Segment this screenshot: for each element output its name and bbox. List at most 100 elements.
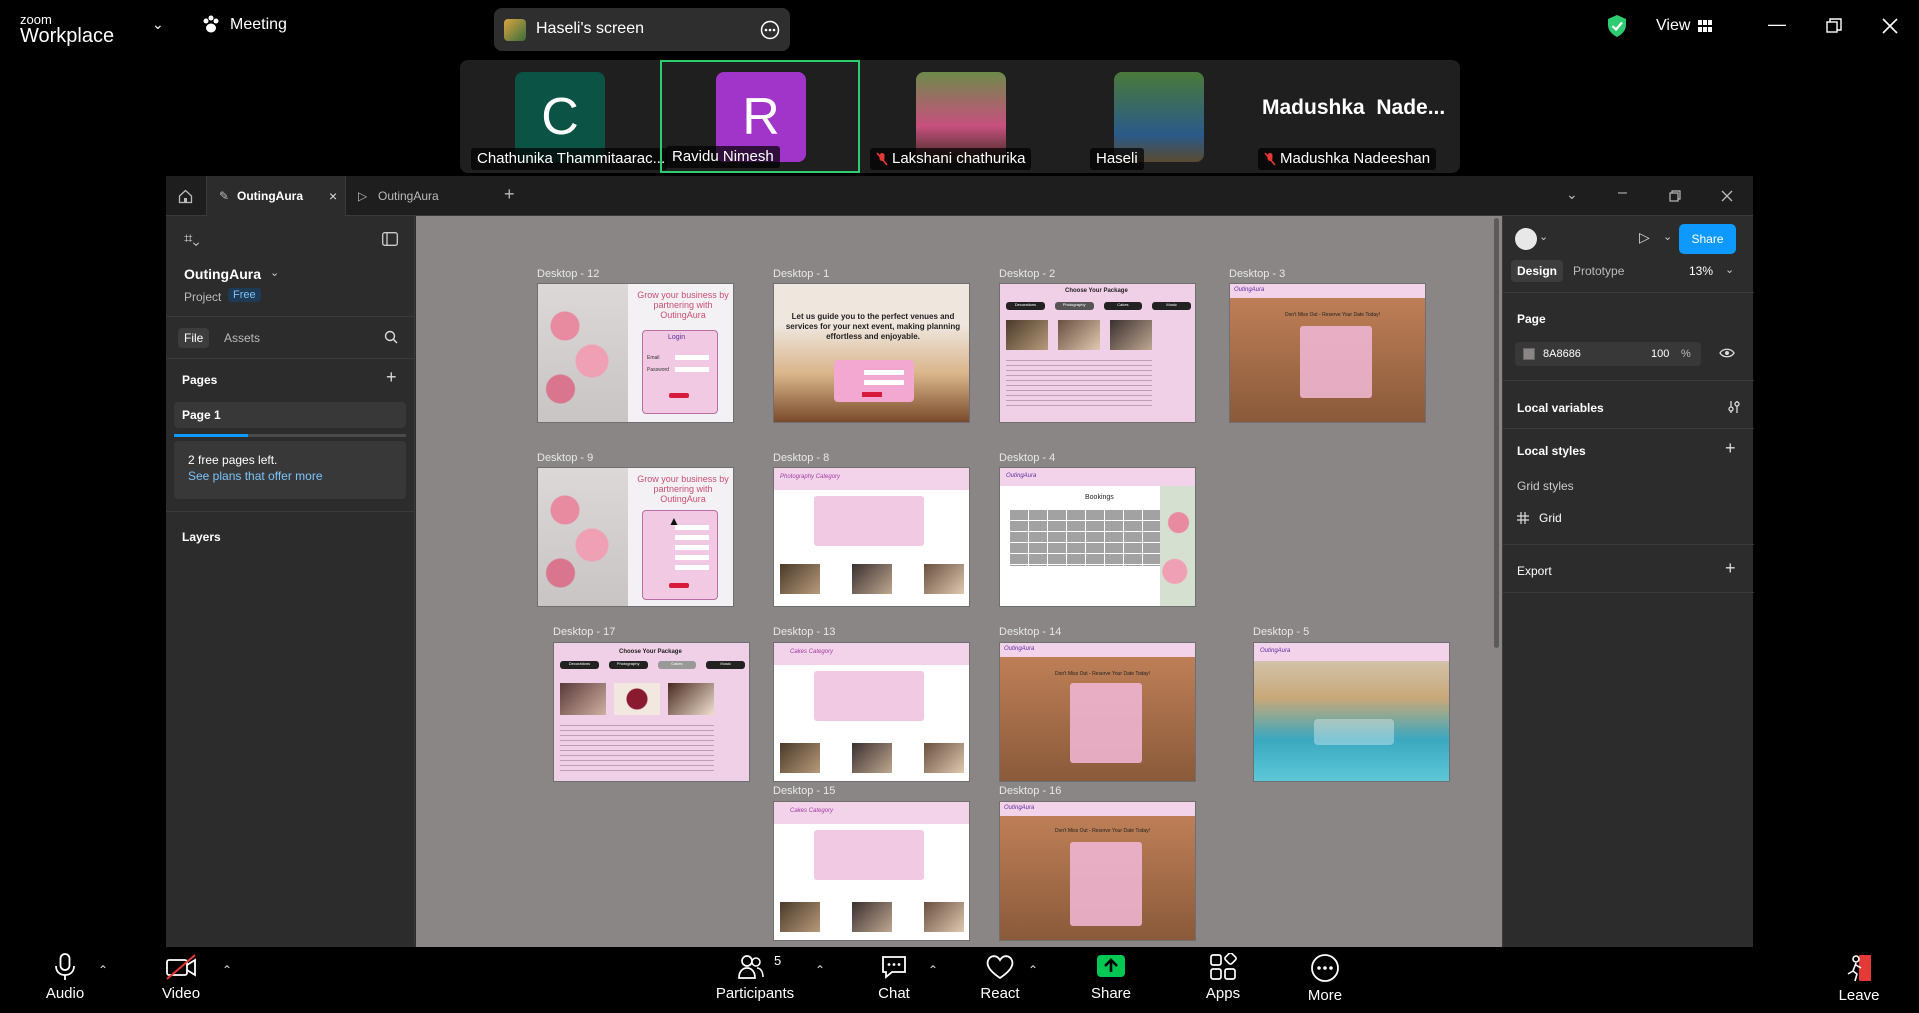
grid-view-icon: [1698, 20, 1713, 32]
close-window-icon[interactable]: [1882, 18, 1898, 34]
grid-icon: [1517, 512, 1529, 524]
add-export-icon[interactable]: +: [1725, 558, 1736, 579]
frame-desktop-16[interactable]: OutingAura Don't Miss Out - Reserve Your…: [999, 801, 1196, 941]
chevron-down-icon[interactable]: ⌄: [1539, 230, 1548, 243]
frame-desktop-3[interactable]: OutingAura Don't Miss Out - Reserve Your…: [1229, 283, 1426, 423]
frame-desktop-5[interactable]: OutingAura: [1253, 642, 1450, 782]
participant-tile[interactable]: Haseli: [1060, 60, 1258, 173]
participant-name: Haseli: [1090, 148, 1144, 170]
frame-label[interactable]: Desktop - 5: [1253, 626, 1309, 638]
frame-desktop-12[interactable]: Grow your business by partnering with Ou…: [537, 283, 734, 423]
chevron-down-icon[interactable]: ⌄: [1725, 263, 1734, 276]
frame-desktop-4[interactable]: OutingAura Bookings: [999, 467, 1196, 607]
frame-desktop-2[interactable]: Choose Your Package Decorations Photogra…: [999, 283, 1196, 423]
local-variables-heading[interactable]: Local variables: [1517, 401, 1604, 415]
share-button[interactable]: Share: [1679, 224, 1736, 254]
react-button[interactable]: React: [975, 953, 1025, 1013]
frame-desktop-17[interactable]: Choose Your Package Decorations Photogra…: [553, 642, 750, 782]
figma-menu-icon[interactable]: ⌗⌄: [184, 230, 200, 247]
present-play-icon[interactable]: ▷: [1639, 229, 1650, 246]
add-page-icon[interactable]: +: [386, 367, 397, 388]
tab-design[interactable]: Design: [1511, 260, 1564, 282]
divider: [1503, 592, 1754, 593]
canvas-scrollbar[interactable]: [1494, 218, 1499, 648]
tab-assets[interactable]: Assets: [224, 331, 260, 345]
frame-label[interactable]: Desktop - 4: [999, 452, 1055, 464]
avatar[interactable]: [1515, 228, 1537, 250]
audio-button[interactable]: Audio: [40, 953, 90, 1013]
chat-button[interactable]: Chat: [870, 953, 918, 1013]
grid-style-item[interactable]: Grid: [1517, 511, 1562, 525]
tab-outingaura-design[interactable]: ✎ OutingAura ×: [206, 176, 346, 216]
more-options-icon[interactable]: [760, 20, 780, 40]
chevron-down-icon[interactable]: ⌄: [152, 16, 164, 33]
view-button[interactable]: View: [1656, 17, 1713, 35]
minimize-window-icon[interactable]: —: [1768, 14, 1786, 35]
minimize-icon[interactable]: –: [1618, 184, 1627, 202]
frame-label[interactable]: Desktop - 14: [999, 626, 1061, 638]
tab-outingaura-prototype[interactable]: ▷ OutingAura: [358, 176, 488, 216]
close-icon[interactable]: [1721, 190, 1733, 202]
react-options-caret-icon[interactable]: ⌃: [1028, 963, 1038, 977]
page-color-hex[interactable]: 8A8686: [1543, 348, 1581, 360]
frame-label[interactable]: Desktop - 3: [1229, 268, 1285, 280]
chat-options-caret-icon[interactable]: ⌃: [928, 963, 938, 977]
page-opacity[interactable]: 100: [1651, 348, 1669, 360]
video-options-caret-icon[interactable]: ⌃: [222, 963, 232, 977]
more-button[interactable]: More: [1300, 953, 1350, 1013]
home-icon[interactable]: [178, 189, 193, 204]
frame-label[interactable]: Desktop - 15: [773, 785, 835, 797]
frame-desktop-13[interactable]: Cakes Category: [773, 642, 970, 782]
close-tab-icon[interactable]: ×: [329, 176, 337, 216]
restore-window-icon[interactable]: [1826, 18, 1842, 34]
chevron-down-icon[interactable]: ⌄: [1566, 186, 1578, 203]
participant-tile[interactable]: Lakshani chathurika: [862, 60, 1060, 173]
participants-options-caret-icon[interactable]: ⌃: [815, 963, 825, 977]
tab-file[interactable]: File: [178, 328, 210, 348]
pages-usage-bar: [174, 434, 406, 437]
participant-tile[interactable]: Madushka Nade... Madushka Nadeeshan: [1258, 60, 1458, 173]
participant-tile[interactable]: C Chathunika Thammitaarac...: [465, 60, 667, 173]
restore-icon[interactable]: [1669, 190, 1681, 202]
frame-label[interactable]: Desktop - 17: [553, 626, 615, 638]
see-plans-link[interactable]: See plans that offer more: [188, 469, 323, 483]
video-button[interactable]: Video: [156, 953, 206, 1013]
frame-label[interactable]: Desktop - 9: [537, 452, 593, 464]
add-style-icon[interactable]: +: [1725, 438, 1736, 459]
participant-tile-active-speaker[interactable]: R Ravidu Nimesh: [660, 60, 860, 173]
frame-desktop-8[interactable]: Photography Category: [773, 467, 970, 607]
sidebar-toggle-icon[interactable]: [382, 232, 398, 246]
frame-desktop-14[interactable]: OutingAura Don't Miss Out - Reserve Your…: [999, 642, 1196, 782]
shared-screen-pill[interactable]: Haseli's screen: [494, 8, 790, 51]
participant-name: Ravidu Nimesh: [666, 146, 780, 168]
design-canvas[interactable]: Desktop - 12 Grow your business by partn…: [416, 216, 1502, 947]
share-screen-button[interactable]: Share: [1087, 953, 1135, 1013]
variables-settings-icon[interactable]: [1727, 400, 1741, 414]
participants-button[interactable]: 5 Participants: [712, 953, 798, 1013]
frame-label[interactable]: Desktop - 12: [537, 268, 599, 280]
chevron-down-icon[interactable]: ⌄: [270, 266, 279, 279]
new-tab-icon[interactable]: +: [504, 184, 515, 205]
eye-icon[interactable]: [1719, 347, 1735, 359]
tab-prototype[interactable]: Prototype: [1573, 264, 1624, 278]
page-list-item[interactable]: Page 1: [174, 402, 406, 428]
frame-label[interactable]: Desktop - 1: [773, 268, 829, 280]
frame-label[interactable]: Desktop - 13: [773, 626, 835, 638]
frame-label[interactable]: Desktop - 16: [999, 785, 1061, 797]
audio-options-caret-icon[interactable]: ⌃: [98, 963, 108, 977]
color-swatch[interactable]: [1523, 348, 1535, 360]
shield-check-icon[interactable]: [1606, 14, 1628, 38]
file-name[interactable]: OutingAura: [184, 266, 261, 282]
frame-label[interactable]: Desktop - 2: [999, 268, 1055, 280]
zoom-level[interactable]: 13%: [1689, 264, 1713, 278]
frame-desktop-1[interactable]: Let us guide you to the perfect venues a…: [773, 283, 970, 423]
meeting-info-button[interactable]: Meeting: [200, 14, 287, 36]
search-icon[interactable]: [384, 330, 398, 344]
apps-button[interactable]: Apps: [1198, 953, 1248, 1013]
page-color-field[interactable]: 8A8686 100 %: [1515, 342, 1701, 366]
frame-desktop-15[interactable]: Cakes Category: [773, 801, 970, 941]
leave-button[interactable]: Leave: [1834, 953, 1884, 1013]
frame-label[interactable]: Desktop - 8: [773, 452, 829, 464]
frame-desktop-9[interactable]: Grow your business by partnering with Ou…: [537, 467, 734, 607]
chevron-down-icon[interactable]: ⌄: [1663, 230, 1672, 243]
